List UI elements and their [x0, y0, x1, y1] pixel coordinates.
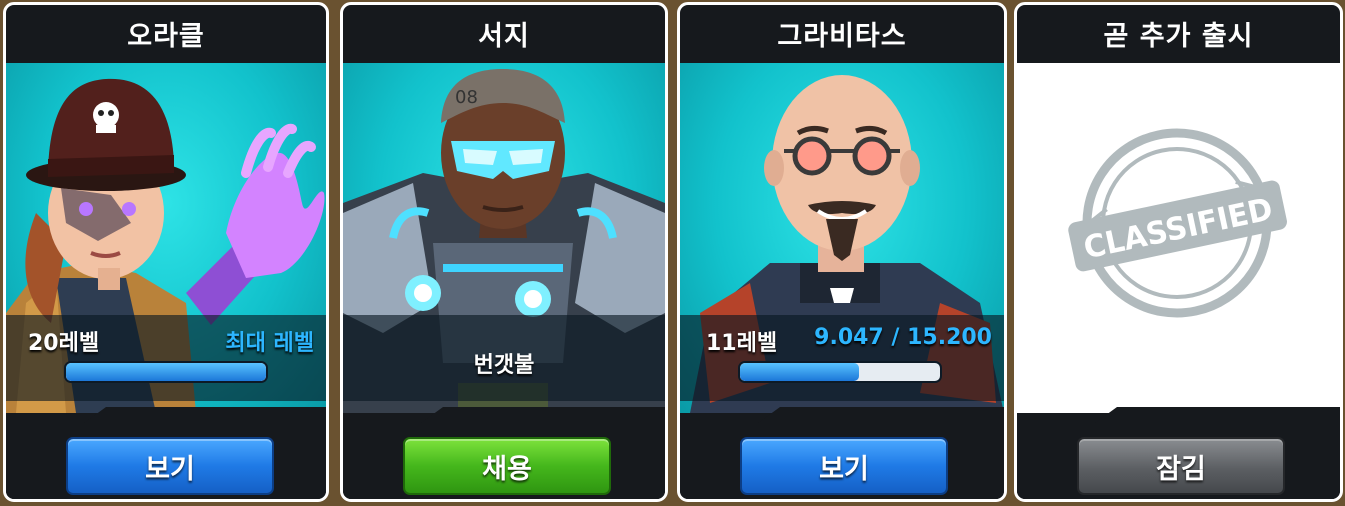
recruit-button[interactable]: 채용 [403, 437, 611, 495]
max-level-label: 최대 레벨 [225, 331, 314, 356]
hero-status-label: 번갯불 [473, 353, 535, 378]
locked-portrait: CLASSIFIED [1017, 63, 1340, 413]
hero-portrait: 08 번갯불 [343, 63, 665, 413]
hero-level-label: 11레벨 [706, 331, 778, 356]
classified-stamp-icon: CLASSIFIED [1068, 128, 1287, 318]
xp-progress-bar [64, 361, 268, 383]
xp-progress-fill [740, 363, 860, 381]
hero-name-title: 서지 [478, 20, 530, 52]
svg-text:08: 08 [455, 87, 478, 108]
hero-card-gravitas: 그라비타스 11레벨 9.047 / 15.200 보기 [677, 2, 1007, 502]
view-button[interactable]: 보기 [66, 437, 274, 495]
hero-card-coming-soon: 곧 추가 출시 CLASSIFIED 잠김 [1014, 2, 1343, 502]
hero-card-surge: 서지 08 번갯불 채용 [340, 2, 668, 502]
hero-name-title: 그라비타스 [777, 20, 907, 52]
hero-card-oracle: 오라클 20레벨 최대 레벨 보기 [3, 2, 329, 502]
xp-progress-bar [738, 361, 942, 383]
locked-button: 잠김 [1077, 437, 1285, 495]
xp-progress-text: 9.047 / 15.200 [814, 325, 992, 350]
hero-portrait: 20레벨 최대 레벨 [6, 63, 326, 413]
view-button[interactable]: 보기 [740, 437, 948, 495]
card-title: 곧 추가 출시 [1103, 20, 1254, 52]
hero-portrait: 11레벨 9.047 / 15.200 [680, 63, 1004, 413]
xp-progress-fill [66, 363, 266, 381]
hero-name-title: 오라클 [127, 20, 205, 52]
hero-level-label: 20레벨 [28, 331, 100, 356]
